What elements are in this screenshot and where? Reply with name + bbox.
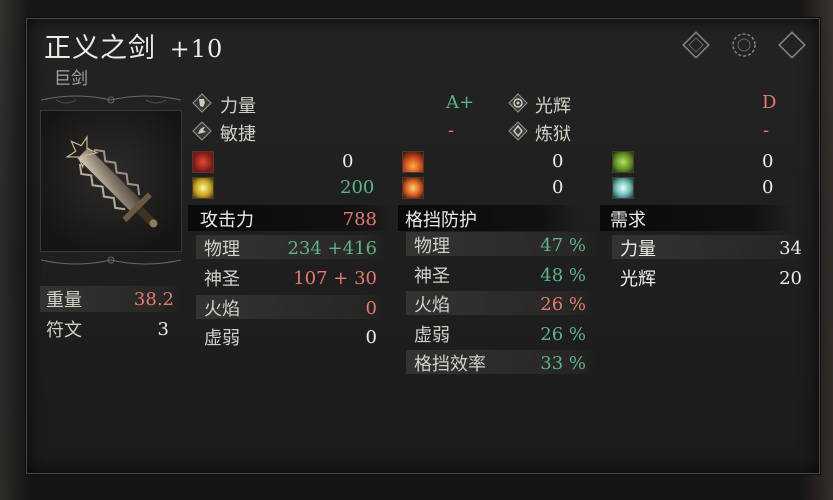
guard-row-label: 火焰	[414, 295, 450, 316]
holy-icon	[192, 177, 214, 199]
item-name: 正义之剑	[44, 33, 156, 64]
guard-row-value: 33 %	[540, 352, 586, 374]
attack-row-value: 107 + 30	[293, 267, 377, 289]
guard-row-efficiency: 格挡效率 33 %	[414, 350, 586, 376]
attack-row-value: 0	[365, 326, 377, 348]
strength-icon	[192, 93, 212, 113]
scaling-arcane-grade: -	[763, 120, 770, 141]
frost-icon	[612, 177, 634, 199]
attack-header: 攻击力 788	[200, 206, 377, 232]
attack-row-value: 234 +416	[287, 237, 377, 259]
attack-row-label: 虚弱	[204, 328, 240, 349]
requirements-header: 需求	[610, 206, 646, 232]
guard-row-label: 虚弱	[414, 325, 450, 346]
faith-icon	[508, 93, 528, 113]
guard-row-label: 格挡效率	[414, 354, 486, 375]
weight-row: 重量 38.2	[46, 286, 174, 312]
guard-row-value: 26 %	[540, 323, 586, 345]
scaling-label: 力量	[220, 96, 256, 117]
guard-row-value: 26 %	[540, 293, 586, 315]
frost-value: 0	[762, 177, 774, 198]
attack-row-weak: 虚弱 0	[204, 324, 377, 350]
attack-row-value: 0	[365, 297, 377, 319]
scaling-label: 炼狱	[535, 124, 571, 145]
corner-icon-group	[681, 30, 807, 64]
arcane-icon	[508, 121, 528, 141]
attack-row-label: 火焰	[204, 299, 240, 320]
requirement-row-faith: 光辉 20	[620, 265, 802, 291]
holy-value: 200	[340, 177, 375, 198]
guard-row-holy: 神圣 48 %	[414, 262, 586, 288]
diamond-rune-icon[interactable]	[681, 30, 711, 64]
bleed-icon	[192, 151, 214, 173]
requirement-value: 34	[779, 237, 802, 259]
guard-row-weak: 虚弱 26 %	[414, 321, 586, 347]
scaling-arcane-label: 炼狱	[535, 120, 571, 146]
guard-row-physical: 物理 47 %	[414, 232, 586, 258]
attack-row-label: 神圣	[204, 269, 240, 290]
fire-icon	[402, 151, 424, 173]
fire-burst-value: 0	[552, 177, 564, 198]
scaling-strength-grade: A+	[446, 92, 475, 113]
scaling-label: 敏捷	[220, 124, 256, 145]
poison-icon	[612, 151, 634, 173]
dexterity-icon	[192, 121, 212, 141]
fire-value: 0	[552, 151, 564, 172]
weight-label: 重量	[46, 290, 82, 311]
weight-value: 38.2	[133, 288, 174, 310]
requirement-value: 20	[779, 267, 802, 289]
bleed-value: 0	[342, 151, 354, 172]
scaling-faith-label: 光辉	[535, 92, 571, 118]
guard-row-value: 47 %	[540, 234, 586, 256]
scaling-faith-grade: D	[762, 92, 777, 113]
item-level: +10	[169, 35, 224, 63]
weapon-image	[40, 110, 182, 252]
runes-label: 符文	[46, 320, 82, 341]
poison-value: 0	[762, 151, 774, 172]
attack-total: 788	[342, 208, 377, 230]
diamond-outline-icon[interactable]	[777, 30, 807, 64]
attack-header-label: 攻击力	[200, 210, 254, 231]
guard-header: 格挡防护	[405, 206, 477, 232]
runes-row: 符文 3	[46, 316, 169, 342]
guard-row-value: 48 %	[540, 264, 586, 286]
scaling-dexterity-grade: -	[448, 120, 455, 141]
runes-value: 3	[157, 318, 169, 340]
scaling-label: 光辉	[535, 96, 571, 117]
guard-header-label: 格挡防护	[405, 210, 477, 231]
fire-burst-icon	[402, 177, 424, 199]
requirement-label: 力量	[620, 239, 656, 260]
attack-row-physical: 物理 234 +416	[204, 235, 377, 261]
ornament-top	[36, 92, 186, 112]
attack-row-fire: 火焰 0	[204, 295, 377, 321]
attack-row-label: 物理	[204, 239, 240, 260]
greatsword-icon	[65, 135, 158, 228]
circle-rune-icon[interactable]	[729, 30, 759, 64]
guard-row-label: 神圣	[414, 266, 450, 287]
scaling-dexterity-label: 敏捷	[220, 120, 256, 146]
scaling-strength-label: 力量	[220, 92, 256, 118]
requirements-header-label: 需求	[610, 210, 646, 231]
requirement-label: 光辉	[620, 269, 656, 290]
requirement-row-strength: 力量 34	[620, 235, 802, 261]
item-title: 正义之剑 +10	[44, 26, 223, 65]
attack-row-holy: 神圣 107 + 30	[204, 265, 377, 291]
guard-row-fire: 火焰 26 %	[414, 291, 586, 317]
ornament-bottom	[36, 252, 186, 272]
guard-row-label: 物理	[414, 236, 450, 257]
item-type: 巨剑	[54, 69, 88, 89]
